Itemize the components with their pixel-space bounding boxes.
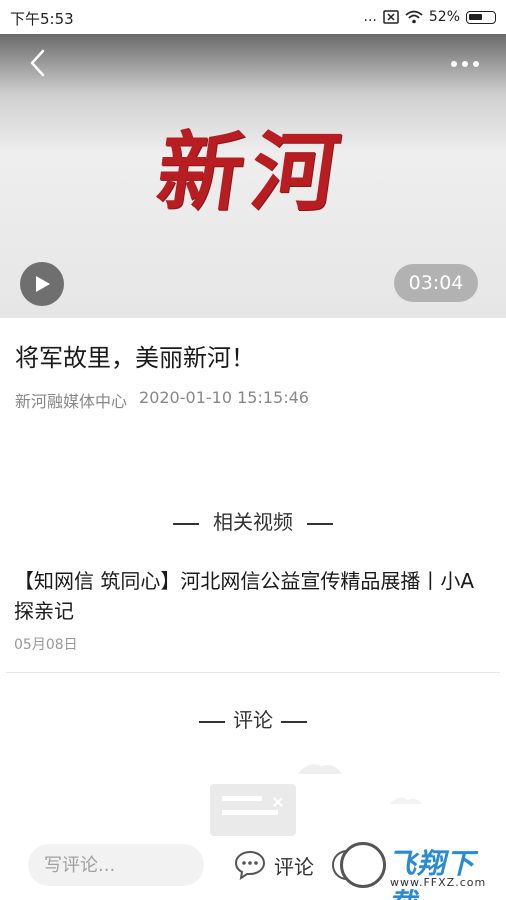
battery-percent: 52% [428, 9, 460, 25]
related-heading-label: 相关视频 [213, 510, 293, 534]
status-time: 下午5:53 [10, 10, 74, 28]
more-options-button[interactable] [450, 52, 480, 73]
empty-comments-illustration [210, 764, 422, 836]
back-button[interactable] [24, 48, 54, 78]
watermark-brand: 飞翔下载 [388, 847, 476, 900]
signal-dots-icon: ... [363, 9, 377, 25]
sim-card-icon [383, 10, 399, 24]
comment-input[interactable] [28, 844, 204, 886]
heading-dash-right [281, 720, 307, 723]
status-indicators: ... 52% [364, 6, 496, 28]
play-icon [36, 276, 50, 292]
video-logo-text: 新河 [150, 122, 353, 223]
article-title: 将军故里，美丽新河！ [15, 344, 255, 372]
related-video-item[interactable]: 【知网信 筑同心】河北网信公益宣传精品展播丨小A探亲记 05月08日 [14, 566, 490, 654]
related-video-date: 05月08日 [14, 637, 78, 653]
watermark-logo: 飞翔下载 www.FFXZ.com [340, 838, 502, 900]
comment-button-label: 评论 [274, 854, 314, 879]
comment-bubble-icon [234, 850, 266, 880]
heading-dash-left [199, 720, 225, 723]
watermark-emblem-icon [340, 842, 386, 888]
divider [6, 672, 500, 673]
video-duration: 03:04 [394, 264, 478, 302]
heading-dash-right [307, 522, 333, 525]
heading-dash-left [173, 522, 199, 525]
article-source: 新河融媒体中心 [15, 392, 128, 411]
battery-icon [466, 10, 496, 24]
comments-heading: 评论 [0, 704, 506, 733]
related-heading: 相关视频 [0, 506, 506, 535]
comment-button[interactable]: 评论 [234, 846, 314, 884]
comments-heading-label: 评论 [233, 708, 273, 732]
wifi-icon [405, 10, 423, 24]
article-datetime: 2020-01-10 15:15:46 [139, 388, 309, 407]
play-button[interactable] [20, 262, 64, 306]
status-bar: 下午5:53 ... 52% [0, 0, 506, 34]
back-arrow-icon [30, 49, 45, 77]
related-video-title: 【知网信 筑同心】河北网信公益宣传精品展播丨小A探亲记 [14, 569, 475, 623]
more-dots-icon [451, 61, 479, 67]
video-player[interactable]: 新河 03:04 [0, 34, 506, 318]
watermark-url: www.FFXZ.com [390, 876, 487, 889]
article-meta: 新河融媒体中心 2020-01-10 15:15:46 [15, 388, 309, 412]
